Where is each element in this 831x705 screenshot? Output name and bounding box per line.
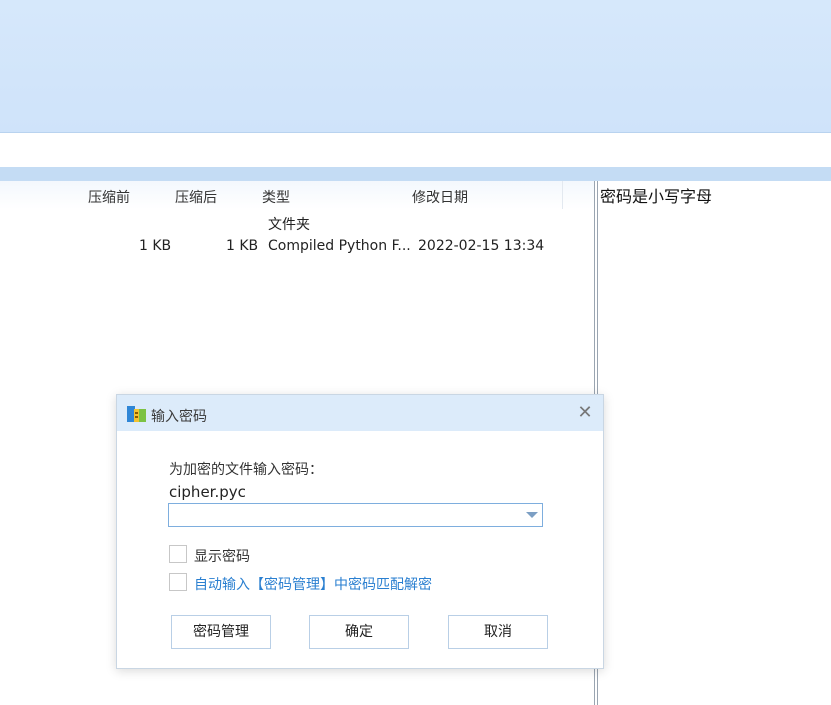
column-separator[interactable] — [562, 181, 563, 209]
cell-original-size: 1 KB — [139, 238, 172, 254]
archive-app-icon — [127, 406, 146, 422]
password-dialog: 输入密码 ✕ 为加密的文件输入密码： cipher.pyc 显示密码 自动输入【… — [116, 394, 604, 669]
address-bar[interactable] — [0, 133, 831, 167]
password-prompt: 为加密的文件输入密码： — [169, 462, 323, 478]
column-header-modified[interactable]: 修改日期 — [412, 187, 468, 207]
cell-type: Compiled Python F... — [268, 238, 411, 254]
toolbar-area — [0, 0, 831, 133]
encrypted-filename: cipher.pyc — [169, 483, 246, 501]
show-password-checkbox[interactable] — [169, 545, 187, 563]
dialog-titlebar[interactable]: 输入密码 ✕ — [117, 395, 603, 431]
auto-fill-link[interactable]: 自动输入【密码管理】中密码匹配解密 — [194, 574, 432, 594]
cell-modified: 2022-02-15 13:34 — [418, 238, 545, 254]
column-header: 压缩前 压缩后 类型 修改日期 — [0, 181, 594, 209]
auto-fill-checkbox[interactable] — [169, 573, 187, 591]
password-manager-button[interactable]: 密码管理 — [171, 615, 271, 649]
column-header-type[interactable]: 类型 — [262, 187, 290, 207]
close-icon[interactable]: ✕ — [575, 403, 595, 423]
column-header-original-size[interactable]: 压缩前 — [88, 187, 130, 207]
column-header-compressed-size[interactable]: 压缩后 — [175, 187, 217, 207]
cancel-button[interactable]: 取消 — [448, 615, 548, 649]
chevron-down-icon[interactable] — [526, 512, 538, 518]
ok-button[interactable]: 确定 — [309, 615, 409, 649]
show-password-label[interactable]: 显示密码 — [194, 546, 250, 566]
cell-type: 文件夹 — [268, 217, 310, 233]
password-input[interactable] — [169, 504, 527, 526]
header-strip — [0, 167, 831, 181]
archive-comment: 密码是小写字母 — [600, 187, 713, 206]
password-combobox[interactable] — [168, 503, 543, 527]
cell-compressed-size: 1 KB — [226, 238, 259, 254]
dialog-title: 输入密码 — [151, 409, 207, 425]
comment-panel: 密码是小写字母 — [598, 181, 831, 705]
